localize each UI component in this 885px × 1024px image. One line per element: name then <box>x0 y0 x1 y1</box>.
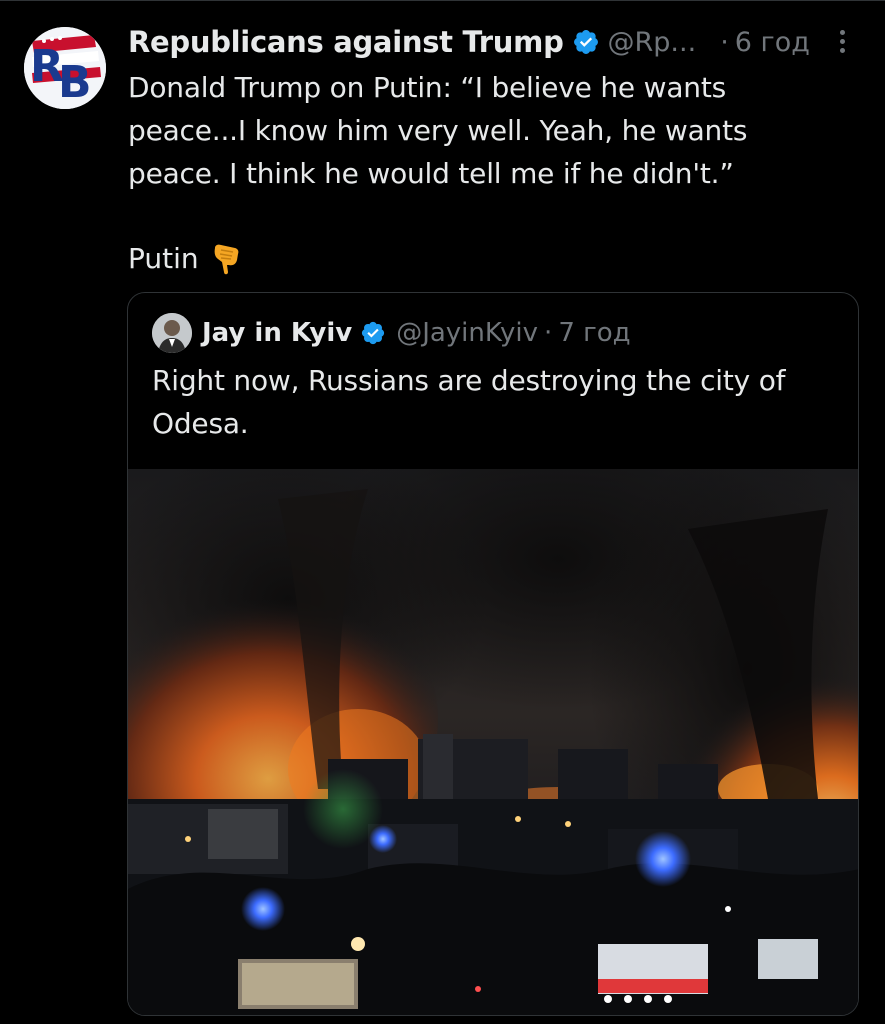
pointing-down-hand-icon <box>214 244 239 274</box>
tweet-text: Donald Trump on Putin: “I believe he wan… <box>128 71 748 190</box>
tweet-text-putin: Putin <box>128 242 199 275</box>
quoted-author-avatar[interactable] <box>152 313 192 353</box>
tweet-text-second-line: Putin <box>128 237 243 280</box>
quoted-author-handle[interactable]: @JayinKyiv <box>396 318 538 348</box>
author-avatar[interactable]: R B <box>24 27 106 109</box>
rb-logo-icon: R B <box>24 27 106 109</box>
svg-text:B: B <box>58 57 92 108</box>
fire-city-night-photo <box>128 469 858 1015</box>
quoted-tweet-image[interactable] <box>128 469 858 1015</box>
top-divider <box>0 0 885 1</box>
quoted-tweet-text: Right now, Russians are destroying the c… <box>152 364 786 440</box>
author-handle[interactable]: @Rp... <box>608 27 697 58</box>
quoted-tweet-header: Jay in Kyiv @JayinKyiv · 7 год <box>152 313 631 353</box>
more-options-icon[interactable] <box>832 30 852 60</box>
verified-badge-icon[interactable] <box>572 28 600 56</box>
tweet-time[interactable]: 6 год <box>735 27 810 58</box>
quoted-tweet-time[interactable]: 7 год <box>558 318 630 348</box>
separator-dot: · <box>720 26 729 58</box>
person-avatar-icon <box>152 313 192 353</box>
quoted-author-name[interactable]: Jay in Kyiv <box>202 318 352 348</box>
quoted-tweet-card[interactable]: Jay in Kyiv @JayinKyiv · 7 год Right now… <box>127 292 859 1016</box>
author-name[interactable]: Republicans against Trump <box>128 25 564 59</box>
quoted-separator-dot: · <box>544 318 553 348</box>
tweet-header: Republicans against Trump @Rp... · 6 год <box>128 18 858 66</box>
quoted-verified-badge-icon[interactable] <box>360 320 386 346</box>
